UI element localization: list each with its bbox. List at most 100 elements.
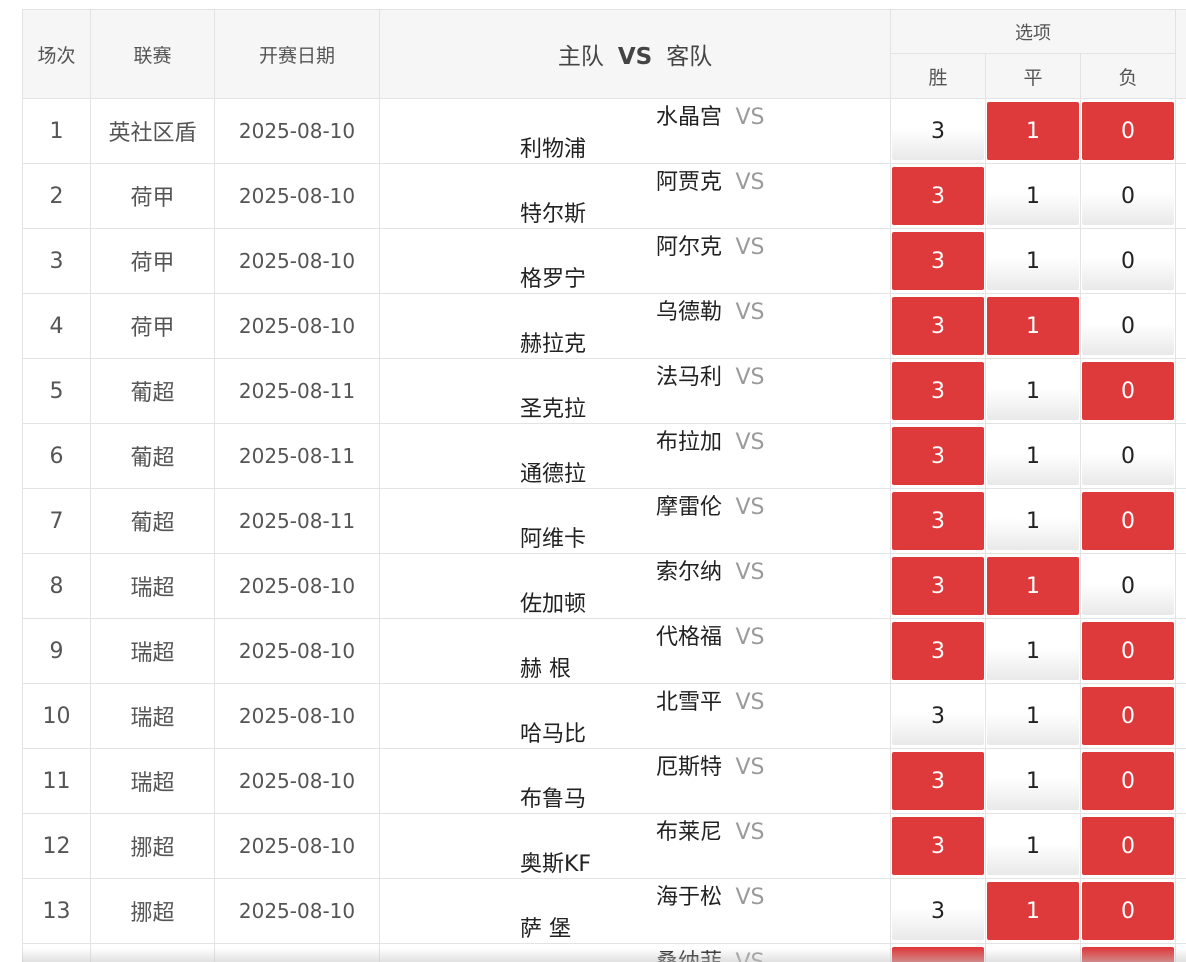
option-lose-button[interactable]: 0: [1082, 297, 1175, 355]
option-draw-button[interactable]: 1: [987, 362, 1079, 420]
league-name: 葡超: [90, 358, 215, 424]
away-team: 萨 堡: [520, 917, 571, 942]
vs-label: VS: [735, 170, 765, 195]
option-win-button[interactable]: 3: [892, 297, 984, 355]
matchup: 海于松 VS 萨 堡: [379, 878, 891, 944]
away-team: 圣克拉: [520, 397, 587, 422]
matchup: 乌德勒 VS 赫拉克: [379, 293, 891, 359]
option-cell-lose: 0: [1079, 943, 1177, 962]
option-lose-button[interactable]: 0: [1082, 947, 1175, 962]
option-lose-button[interactable]: 0: [1082, 492, 1175, 550]
header-matchup: 主队 VS 客队: [379, 9, 891, 99]
option-win-button[interactable]: 3: [892, 492, 984, 550]
matchup: 索尔纳 VS 佐加顿: [379, 553, 891, 619]
option-lose-button[interactable]: 0: [1082, 557, 1175, 615]
option-cell-win: 3: [890, 553, 986, 619]
option-lose-button[interactable]: 0: [1082, 882, 1175, 940]
option-lose-button[interactable]: 0: [1082, 817, 1175, 875]
vs-label: VS: [735, 365, 765, 390]
option-draw-button[interactable]: 1: [987, 102, 1079, 160]
option-draw-button[interactable]: 1: [987, 167, 1079, 225]
option-draw-button[interactable]: 1: [987, 622, 1079, 680]
option-win-button[interactable]: 3: [892, 362, 984, 420]
option-draw-button[interactable]: 1: [987, 427, 1079, 485]
option-lose-button[interactable]: 0: [1082, 362, 1175, 420]
league-name: 荷甲: [90, 228, 215, 294]
option-win-button[interactable]: 3: [892, 817, 984, 875]
row-extra: [1175, 163, 1186, 229]
option-cell-lose: 0: [1079, 878, 1177, 944]
match-date: 2025-08-10: [214, 163, 380, 229]
option-draw-button[interactable]: 1: [987, 752, 1079, 810]
league-name: 葡超: [90, 488, 215, 554]
matchup: 阿贾克 VS 特尔斯: [379, 163, 891, 229]
option-cell-draw: 1: [985, 488, 1081, 554]
option-win-button[interactable]: 3: [892, 882, 984, 940]
option-draw-button[interactable]: 1: [987, 817, 1079, 875]
table-row: 1 英社区盾 2025-08-10 水晶宫 VS 利物浦 3 1 0: [22, 98, 1186, 164]
option-win-button[interactable]: 3: [892, 167, 984, 225]
away-team: 特尔斯: [520, 202, 587, 227]
home-team: 阿尔克: [655, 235, 722, 260]
match-number: 3: [22, 228, 91, 294]
row-extra: [1175, 98, 1186, 164]
option-lose-button[interactable]: 0: [1082, 167, 1175, 225]
option-lose-button[interactable]: 0: [1082, 622, 1175, 680]
match-number: 11: [22, 748, 91, 814]
away-team: 利物浦: [520, 137, 587, 162]
option-cell-lose: 0: [1079, 163, 1177, 229]
away-team: 通德拉: [520, 462, 587, 487]
league-name: 挪超: [90, 813, 215, 879]
option-cell-lose: 0: [1079, 358, 1177, 424]
vs-label: VS: [722, 950, 778, 962]
away-team: 布鲁马: [520, 787, 587, 812]
option-cell-draw: 1: [985, 358, 1081, 424]
option-lose-button[interactable]: 0: [1082, 427, 1175, 485]
match-number: 9: [22, 618, 91, 684]
option-draw-button[interactable]: 1: [987, 687, 1079, 745]
option-cell-win: 3: [890, 878, 986, 944]
league-name: 葡超: [90, 423, 215, 489]
option-cell-win: 3: [890, 618, 986, 684]
option-draw-button[interactable]: 1: [987, 297, 1079, 355]
option-win-button[interactable]: 3: [892, 102, 984, 160]
option-lose-button[interactable]: 0: [1082, 102, 1175, 160]
option-win-button[interactable]: 3: [892, 232, 984, 290]
match-date: 2025-08-10: [214, 98, 380, 164]
league-name: 瑞超: [90, 553, 215, 619]
option-lose-button[interactable]: 0: [1082, 687, 1175, 745]
option-draw-button[interactable]: 1: [987, 492, 1079, 550]
option-cell-draw: 1: [985, 423, 1081, 489]
row-extra: [1175, 618, 1186, 684]
table-row: 7 葡超 2025-08-11 摩雷伦 VS 阿维卡 3 1 0: [22, 488, 1186, 554]
row-extra: [1175, 748, 1186, 814]
option-cell-lose: 0: [1079, 618, 1177, 684]
home-team: 北雪平: [655, 690, 722, 715]
option-draw-button[interactable]: 1: [987, 557, 1079, 615]
option-draw-button[interactable]: 1: [987, 947, 1079, 962]
match-date: 2025-08-10: [214, 813, 380, 879]
option-win-button[interactable]: 3: [892, 752, 984, 810]
row-extra: [1175, 488, 1186, 554]
option-win-button[interactable]: 3: [892, 947, 984, 962]
option-win-button[interactable]: 3: [892, 622, 984, 680]
away-team: 佐加顿: [520, 592, 587, 617]
option-lose-button[interactable]: 0: [1082, 752, 1175, 810]
vs-label: VS: [735, 105, 765, 130]
lottery-table-panel: 场次 联赛 开赛日期 主队 VS 客队 选项 胜 平 负 1 英社区盾 2025-0…: [22, 9, 1186, 962]
table-row: 4 荷甲 2025-08-10 乌德勒 VS 赫拉克 3 1 0: [22, 293, 1186, 359]
league-name: 荷甲: [90, 163, 215, 229]
row-extra: [1175, 293, 1186, 359]
option-lose-button[interactable]: 0: [1082, 232, 1175, 290]
option-win-button[interactable]: 3: [892, 687, 984, 745]
option-win-button[interactable]: 3: [892, 427, 984, 485]
matchup: 水晶宫 VS 利物浦: [379, 98, 891, 164]
option-draw-button[interactable]: 1: [987, 882, 1079, 940]
match-number: 13: [22, 878, 91, 944]
option-win-button[interactable]: 3: [892, 557, 984, 615]
match-number: 14: [22, 943, 91, 962]
vs-label: VS: [735, 430, 765, 455]
table-row: 9 瑞超 2025-08-10 代格福 VS 赫 根 3 1 0: [22, 618, 1186, 684]
row-extra: [1175, 423, 1186, 489]
option-draw-button[interactable]: 1: [987, 232, 1079, 290]
